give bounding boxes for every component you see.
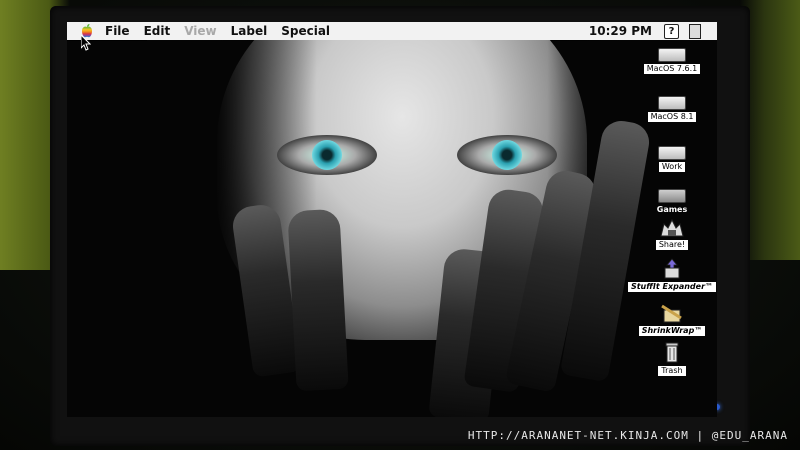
desktop-icon-work[interactable]: Work [627, 142, 717, 172]
menu-view[interactable]: View [184, 24, 216, 38]
desktop-icon-label: Games [656, 205, 688, 214]
hard-drive-icon [658, 48, 686, 62]
shared-folder-icon [660, 218, 684, 237]
desktop-icon-label: ShrinkWrap™ [638, 326, 706, 336]
wallpaper-iris-left [312, 140, 342, 170]
desktop-icon-trash[interactable]: Trash [627, 340, 717, 376]
wallpaper-finger [287, 208, 349, 392]
screen: File Edit View Label Special 10:29 PM ? … [67, 22, 717, 417]
menu-bar: File Edit View Label Special 10:29 PM ? [67, 22, 717, 41]
desktop-icon-label: MacOS 8.1 [647, 112, 697, 122]
desktop-icon-macos-761[interactable]: MacOS 7.6.1 [627, 44, 717, 74]
hard-drive-icon [658, 96, 686, 110]
finder-app-icon[interactable] [689, 23, 701, 39]
desktop-icon-label: Work [658, 162, 686, 172]
stuffit-expander-icon [664, 258, 680, 279]
desktop-wallpaper [67, 40, 717, 417]
desktop-icon-label: Share! [655, 240, 689, 250]
desktop-icon-label: MacOS 7.6.1 [643, 64, 701, 74]
desktop-icon-stuffit[interactable]: StuffIt Expander™ [627, 258, 717, 292]
shrinkwrap-icon [661, 304, 682, 323]
desktop-icon-label: Trash [658, 366, 686, 376]
menu-edit[interactable]: Edit [144, 24, 171, 38]
trash-icon [665, 342, 679, 363]
menu-special[interactable]: Special [281, 24, 330, 38]
balloon-help-icon[interactable]: ? [664, 23, 679, 39]
menu-file[interactable]: File [105, 24, 130, 38]
desktop-icon-macos-81[interactable]: MacOS 8.1 [627, 92, 717, 122]
menu-label[interactable]: Label [231, 24, 268, 38]
desktop-icon-games[interactable]: Games [627, 185, 717, 215]
desktop-icon-label: StuffIt Expander™ [627, 282, 717, 292]
hard-drive-icon [658, 146, 686, 160]
hard-drive-icon [658, 189, 686, 203]
desktop-icon-share[interactable]: Share! [627, 218, 717, 250]
desktop-icon-shrinkwrap[interactable]: ShrinkWrap™ [627, 302, 717, 336]
photo-watermark: HTTP://ARANANET-NET.KINJA.COM | @EDU_ARA… [467, 429, 788, 442]
wallpaper-iris-right [492, 140, 522, 170]
menubar-clock[interactable]: 10:29 PM [589, 24, 652, 38]
